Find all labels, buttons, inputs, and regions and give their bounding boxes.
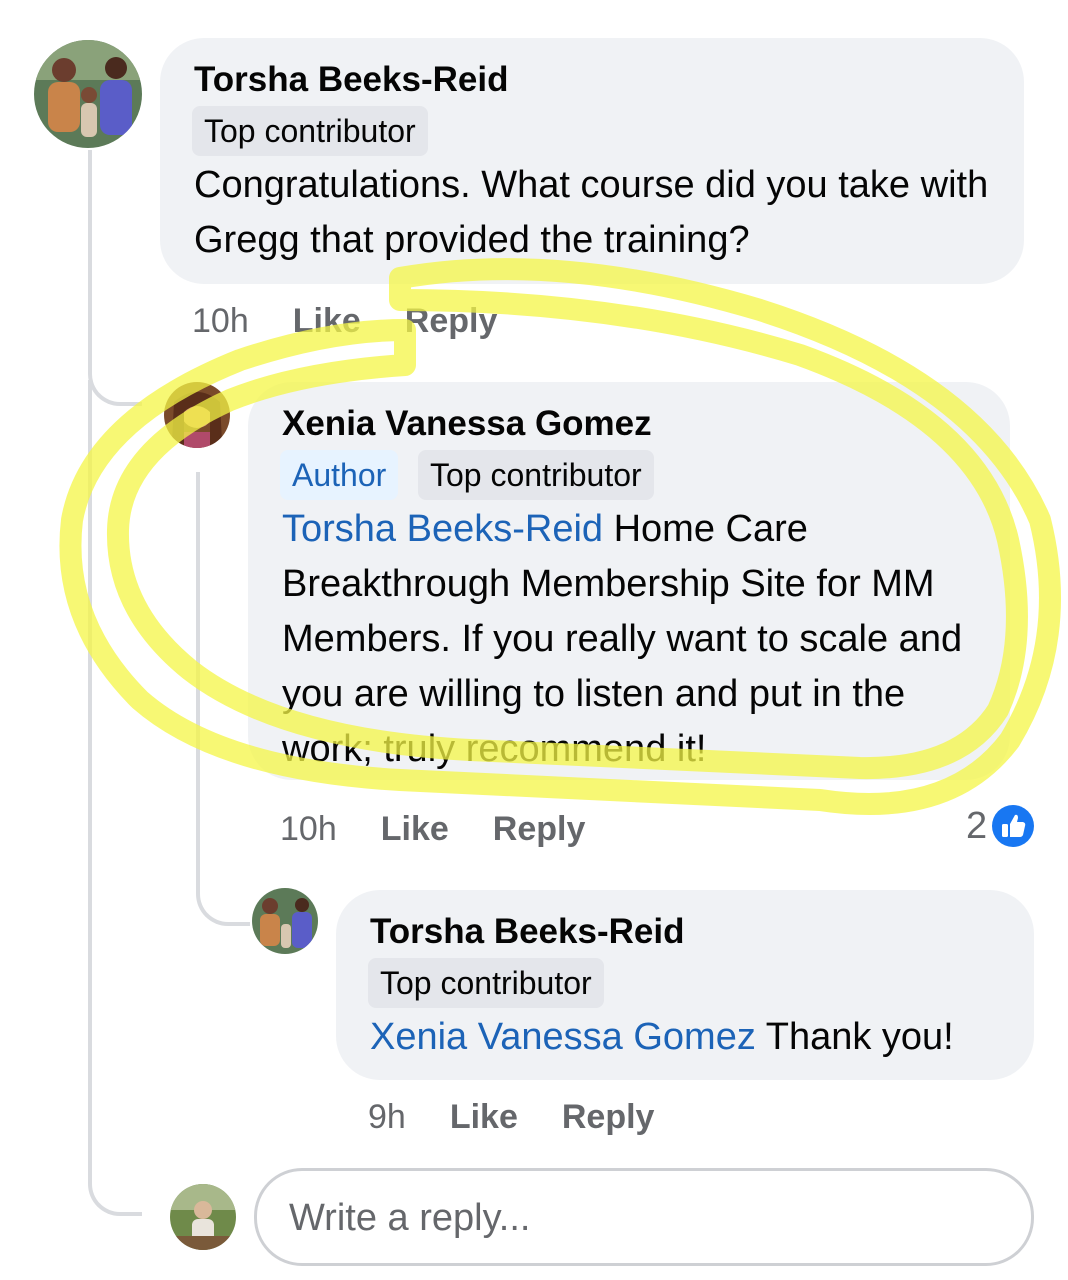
comment-author[interactable]: Torsha Beeks-Reid — [370, 912, 684, 952]
avatar[interactable] — [252, 888, 318, 954]
highlight-scribble — [59, 258, 1061, 815]
reply-button[interactable]: Reply — [562, 1098, 655, 1136]
comment-timestamp[interactable]: 9h — [368, 1098, 406, 1136]
current-user-avatar — [170, 1184, 236, 1250]
reply-input[interactable]: Write a reply... — [254, 1168, 1034, 1266]
comment-body: Thank you! — [765, 1016, 954, 1058]
reply-input-placeholder: Write a reply... — [289, 1197, 531, 1239]
mention-link[interactable]: Xenia Vanessa Gomez — [370, 1016, 756, 1058]
comment-text: Xenia Vanessa Gomez Thank you! — [370, 1010, 1030, 1065]
top-contributor-badge: Top contributor — [368, 958, 604, 1008]
like-button[interactable]: Like — [450, 1098, 518, 1136]
comment-actions: 9h Like Reply — [368, 1098, 698, 1137]
